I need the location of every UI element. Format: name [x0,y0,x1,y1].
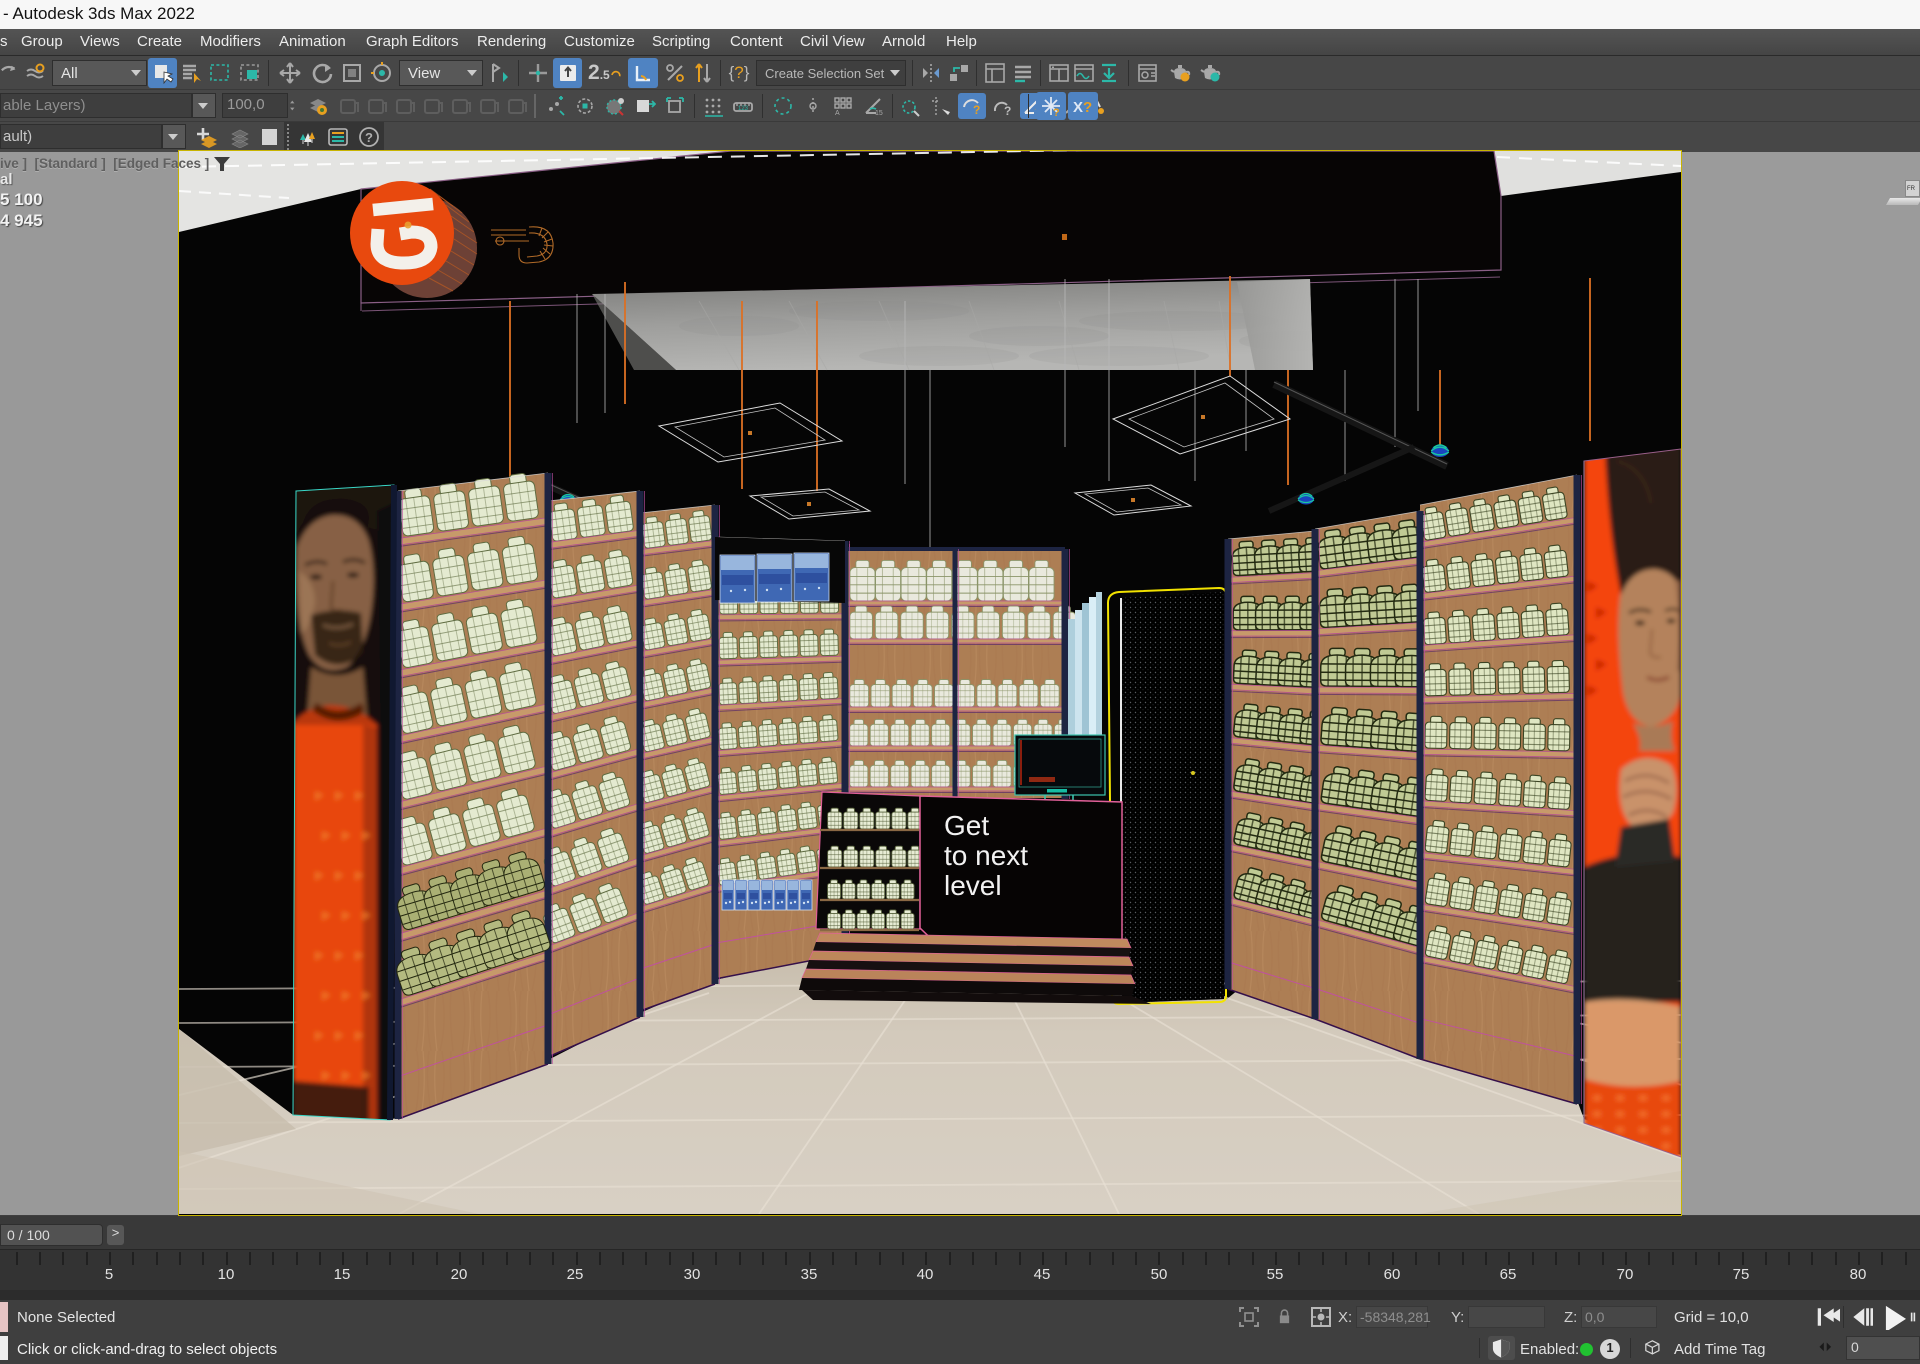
svg-text:level: level [944,870,1002,901]
svg-text:Get: Get [944,810,989,841]
svg-text:123: 123 [738,106,749,112]
svg-text:X?: X? [1073,99,1092,116]
svg-text:to next: to next [944,840,1028,871]
svg-text:A: A [835,110,840,117]
svg-text:?: ? [1053,107,1060,117]
svg-text:?: ? [365,130,373,145]
svg-text:?: ? [1004,104,1011,117]
svg-text:?: ? [973,103,980,117]
svg-text:15: 15 [875,110,883,117]
